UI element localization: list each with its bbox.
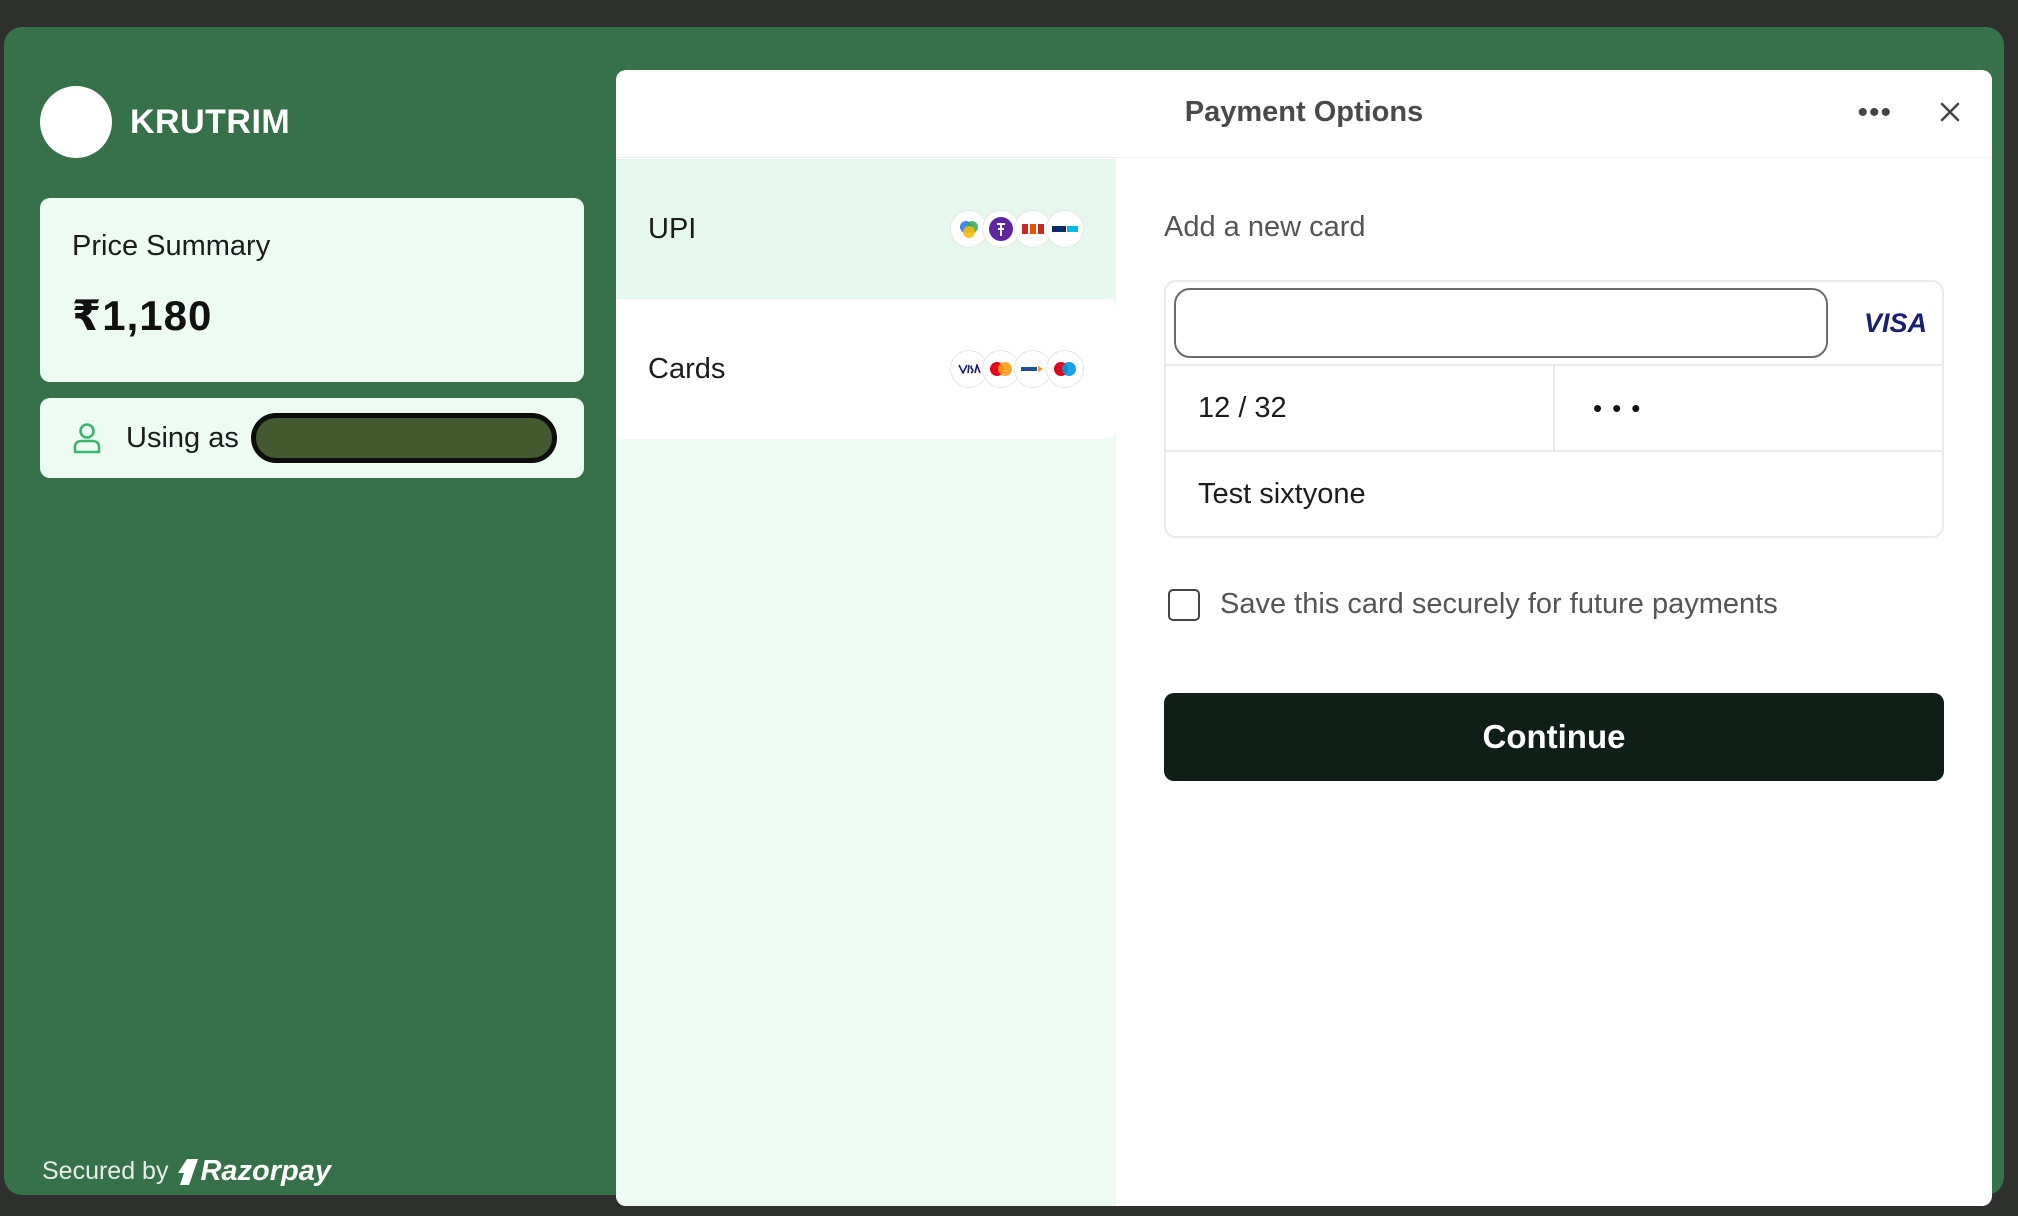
method-upi[interactable]: UPI [616, 159, 1116, 299]
razorpay-icon [178, 1158, 199, 1185]
payment-methods: UPI Cards [616, 159, 1116, 1206]
price-summary-card: Price Summary ₹1,180 [40, 198, 584, 382]
method-label: UPI [648, 212, 697, 245]
panel-title: Payment Options [1184, 96, 1424, 128]
save-card-option[interactable]: Save this card securely for future payme… [1164, 588, 1944, 621]
continue-button[interactable]: Continue [1164, 693, 1944, 781]
card-number-input[interactable] [1174, 288, 1828, 358]
price-amount: ₹1,180 [72, 292, 213, 339]
user-card[interactable]: Using as [40, 398, 584, 478]
method-cards[interactable]: Cards [616, 299, 1116, 439]
save-card-checkbox[interactable] [1168, 588, 1200, 621]
card-form: VISA 12 / 32 ••• Test sixtyone [1164, 280, 1944, 538]
more-options-icon[interactable]: ••• [1857, 96, 1892, 130]
cardholder-name-field[interactable]: Test sixtyone [1166, 452, 1942, 536]
method-label: Cards [648, 352, 726, 385]
panel-header: Payment Options ••• [616, 70, 1992, 158]
razorpay-logo: Razorpay [178, 1155, 331, 1188]
brand: KRUTRIM [40, 86, 290, 158]
expiry-cvv-row: 12 / 32 ••• [1166, 366, 1942, 452]
redacted-user-value [250, 413, 557, 463]
paytm-icon [1046, 210, 1084, 248]
brand-logo [40, 86, 112, 158]
card-network-icons [950, 350, 1084, 388]
card-entry-area: Add a new card VISA 12 / 32 ••• Test six… [1116, 159, 1992, 1206]
razorpay-name: Razorpay [200, 1155, 332, 1187]
close-icon[interactable] [1936, 98, 1964, 126]
user-icon [73, 423, 101, 454]
cvv-field[interactable]: ••• [1555, 366, 1942, 450]
checkout-frame: KRUTRIM Price Summary ₹1,180 Using as Se… [4, 27, 2004, 1206]
visa-network-logo: VISA [1864, 307, 1928, 338]
secured-by: Secured by Razorpay [42, 1155, 331, 1188]
using-as-label: Using as [126, 421, 239, 454]
price-summary-title: Price Summary [72, 230, 271, 262]
add-card-title: Add a new card [1164, 211, 1366, 243]
upi-app-icons [950, 210, 1084, 248]
secured-by-label: Secured by [42, 1157, 169, 1185]
brand-name: KRUTRIM [130, 102, 291, 141]
payment-panel: Payment Options ••• UPI Cards Add a new … [616, 70, 1992, 1206]
card-number-row: VISA [1166, 282, 1942, 366]
maestro-icon [1046, 350, 1084, 388]
save-card-label: Save this card securely for future payme… [1220, 588, 1778, 620]
expiry-field[interactable]: 12 / 32 [1166, 366, 1555, 450]
